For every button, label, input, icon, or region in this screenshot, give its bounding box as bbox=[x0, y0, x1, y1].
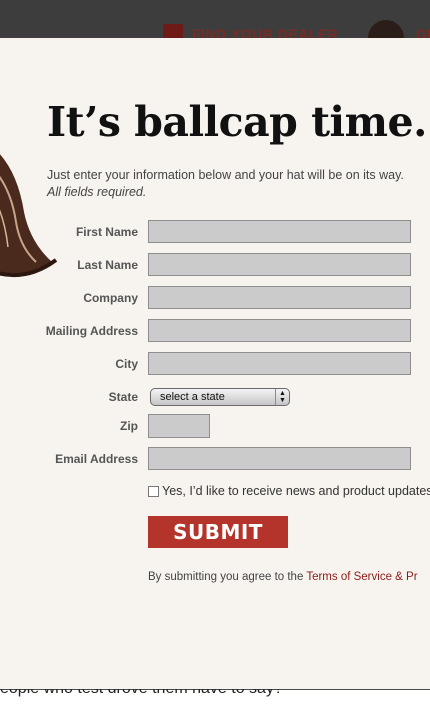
submit-button[interactable]: SUBMIT bbox=[148, 516, 288, 548]
page-title: It’s ballcap time. bbox=[47, 98, 427, 146]
state-select[interactable]: select a state ▲ ▼ bbox=[150, 388, 290, 406]
last-name-field[interactable] bbox=[148, 253, 411, 276]
terms-prefix: By submitting you agree to the bbox=[148, 571, 307, 583]
zip-label: Zip bbox=[120, 419, 138, 433]
mailing-address-label: Mailing Address bbox=[45, 324, 138, 338]
newsletter-checkbox[interactable] bbox=[148, 486, 159, 497]
zip-field[interactable] bbox=[148, 414, 210, 438]
ballcap-hat-image bbox=[0, 154, 58, 278]
first-name-label: First Name bbox=[75, 225, 138, 239]
terms-text: By submitting you agree to the Terms of … bbox=[148, 571, 418, 583]
terms-of-service-link[interactable]: Terms of Service & Pr bbox=[306, 571, 417, 583]
state-select-value: select a state bbox=[160, 391, 225, 403]
required-note: All fields required. bbox=[47, 185, 147, 199]
site-header: FIND YOUR DEALER GE bbox=[0, 0, 430, 38]
first-name-field[interactable] bbox=[148, 220, 411, 243]
last-name-label: Last Name bbox=[77, 258, 138, 272]
email-field[interactable] bbox=[148, 447, 411, 470]
company-label: Company bbox=[83, 291, 138, 305]
intro-text: Just enter your information below and yo… bbox=[47, 168, 404, 182]
avatar[interactable] bbox=[368, 20, 404, 38]
mailing-address-field[interactable] bbox=[148, 319, 411, 342]
city-label: City bbox=[115, 357, 138, 371]
header-nav-item[interactable]: GE bbox=[416, 26, 430, 38]
state-label: State bbox=[108, 390, 138, 404]
ballcap-signup-modal: It’s ballcap time. Just enter your infor… bbox=[0, 38, 430, 689]
find-dealer-link[interactable]: FIND YOUR DEALER bbox=[192, 26, 338, 38]
newsletter-label: Yes, I’d like to receive news and produc… bbox=[162, 484, 430, 498]
map-pin-icon bbox=[163, 24, 183, 38]
email-label: Email Address bbox=[55, 452, 138, 466]
city-field[interactable] bbox=[148, 352, 411, 375]
select-arrows-icon: ▲ ▼ bbox=[275, 389, 289, 405]
company-field[interactable] bbox=[148, 286, 411, 309]
